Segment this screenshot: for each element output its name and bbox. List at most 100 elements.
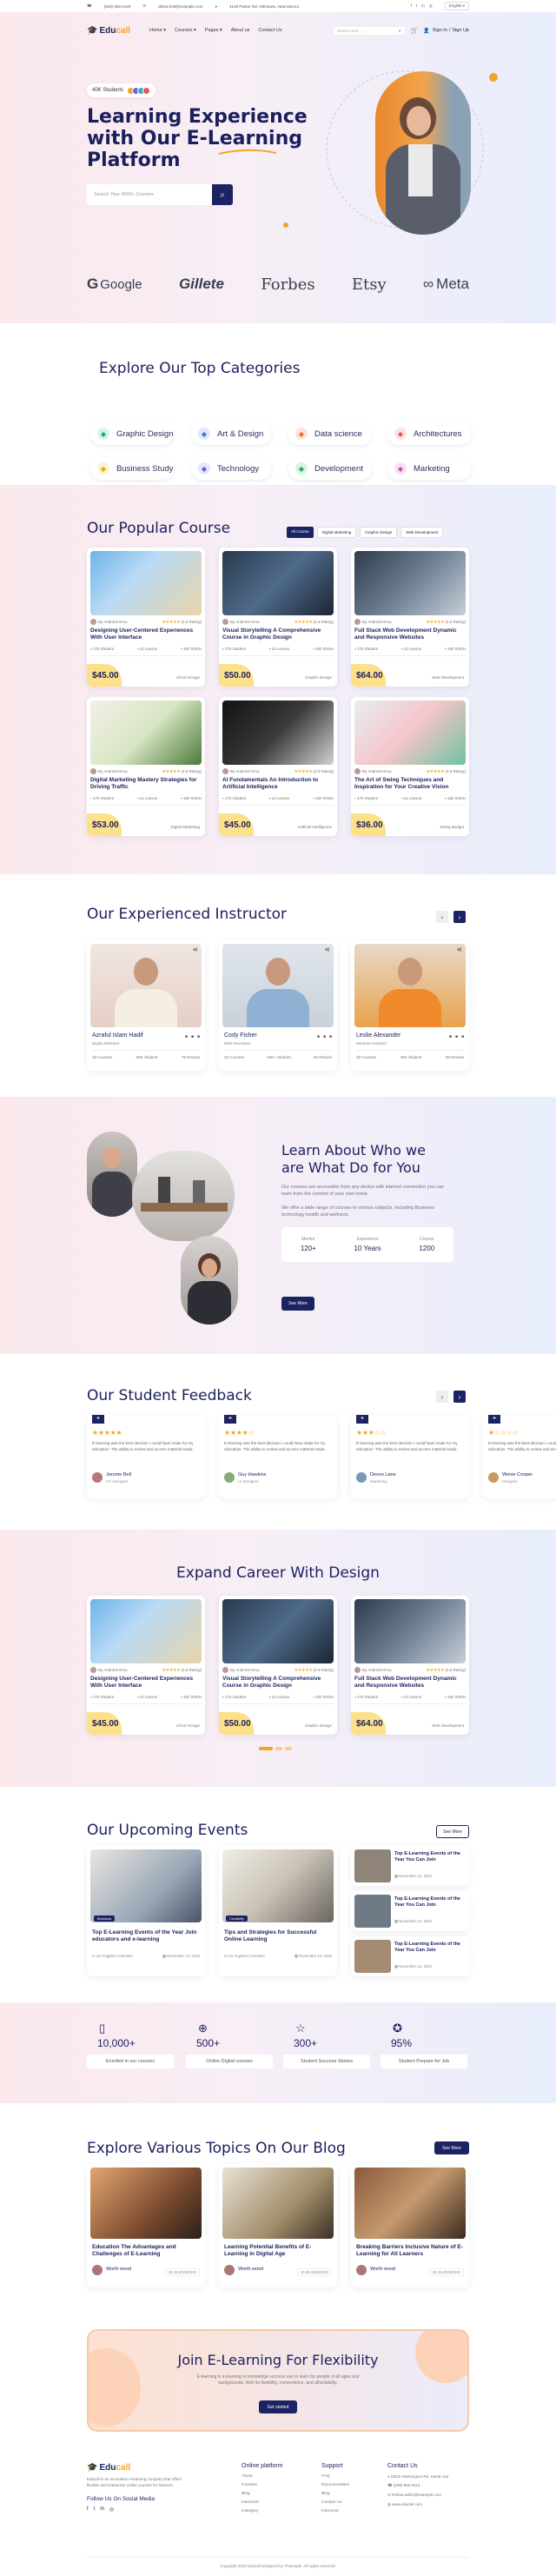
instagram-icon[interactable]: ◎ bbox=[109, 2506, 114, 2513]
course-card[interactable]: By Androtei Ema ★★★★★ (4.5 Rating) Visual S… bbox=[219, 1596, 337, 1735]
course-card[interactable]: By Androtei Ema ★★★★★ (4.5 Rating) Digital … bbox=[87, 697, 205, 836]
blog-card[interactable]: Breaking Barriers Inclusive Nature of E-… bbox=[351, 2164, 469, 2287]
course-title[interactable]: Visual Storytelling A Comprehensive Cour… bbox=[222, 627, 332, 641]
course-category[interactable]: Digital Marketing bbox=[170, 825, 200, 829]
linkedin-icon[interactable]: in bbox=[100, 2506, 104, 2513]
footer-logo[interactable]: 🎓 Edu call bbox=[87, 2463, 130, 2473]
facebook-icon[interactable]: ■ bbox=[185, 1034, 188, 1039]
footer-link[interactable]: About bbox=[242, 2474, 282, 2479]
event-list-title[interactable]: Top E-Learning Events of the Year You Ca… bbox=[394, 1851, 466, 1863]
twitter-icon[interactable]: t bbox=[94, 2506, 96, 2513]
footer-link[interactable]: Blog bbox=[242, 2492, 282, 2496]
signup-link[interactable]: Sign Up bbox=[452, 28, 469, 33]
tab-graphic-design[interactable]: Graphic Design bbox=[360, 527, 398, 538]
category-business-study[interactable]: ◆ Business Study bbox=[90, 457, 174, 480]
event-list-item[interactable]: Top E-Learning Events of the Year You Ca… bbox=[351, 1936, 469, 1976]
dot[interactable] bbox=[285, 1747, 292, 1750]
dot-active[interactable] bbox=[259, 1747, 273, 1750]
logo[interactable]: 🎓 Edu call bbox=[87, 26, 130, 36]
topbar-phone[interactable]: (629) 555-0129 bbox=[104, 4, 131, 9]
tab-digital-marketing[interactable]: Digital Marketing bbox=[316, 527, 357, 538]
course-title[interactable]: Digital Marketing Mastery Strategies for… bbox=[90, 777, 200, 791]
course-category[interactable]: UI/UX Design bbox=[176, 1723, 200, 1728]
course-title[interactable]: Designing User-Centered Experiences With… bbox=[90, 627, 200, 641]
course-card[interactable]: By Androtei Ema ★★★★★ (4.5 Rating) Visual S… bbox=[219, 548, 337, 687]
event-list-item[interactable]: Top E-Learning Events of the Year You Ca… bbox=[351, 1891, 469, 1931]
nav-search[interactable]: Search Here ... ⌕ bbox=[332, 25, 406, 36]
instructor-card[interactable]: ⋖ Leslie Alexander Medical Assistant ■ ■ ■ 30 … bbox=[351, 940, 469, 1071]
nav-contact[interactable]: Contact Us bbox=[258, 28, 281, 33]
topbar-email[interactable]: debra.holt@example.com bbox=[158, 4, 202, 9]
course-category[interactable]: Swing Budget bbox=[440, 825, 464, 829]
facebook-icon[interactable]: ■ bbox=[317, 1034, 320, 1039]
footer-link[interactable]: Category bbox=[242, 2509, 282, 2513]
hero-search-input[interactable]: Search Your 4000+ Courses bbox=[87, 184, 212, 205]
event-title[interactable]: Tips and Strategies for Successful Onlin… bbox=[224, 1929, 332, 1943]
nav-about[interactable]: About us bbox=[231, 28, 250, 33]
course-category[interactable]: Graphic Design bbox=[305, 1723, 332, 1728]
facebook-icon[interactable]: f bbox=[87, 2506, 89, 2513]
category-technology[interactable]: ◆ Technology bbox=[191, 457, 271, 480]
course-title[interactable]: The Art of Swing Techniques and Inspirat… bbox=[354, 777, 464, 791]
category-architectures[interactable]: ◆ Architectures bbox=[387, 422, 471, 445]
instructor-next-button[interactable]: › bbox=[453, 911, 466, 923]
course-category[interactable]: Web Development bbox=[432, 675, 464, 680]
blog-title[interactable]: Breaking Barriers Inclusive Nature of E-… bbox=[356, 2244, 464, 2258]
feedback-prev-button[interactable]: ‹ bbox=[436, 1391, 448, 1403]
course-category[interactable]: Artificial Intelligence bbox=[297, 825, 332, 829]
tab-web-development[interactable]: Web Development bbox=[400, 527, 444, 538]
feedback-next-button[interactable]: › bbox=[453, 1391, 466, 1403]
nav-courses[interactable]: Courses ▾ bbox=[175, 28, 196, 33]
course-title[interactable]: Designing User-Centered Experiences With… bbox=[90, 1676, 200, 1690]
twitter-icon[interactable]: ■ bbox=[323, 1034, 326, 1039]
blog-title[interactable]: Learning Potential Benefits of E-Learnin… bbox=[224, 2244, 332, 2258]
blog-see-more-button[interactable]: See More bbox=[434, 2141, 469, 2154]
tab-all-course[interactable]: All Course bbox=[287, 527, 314, 538]
instructor-name[interactable]: Cody Fisher bbox=[224, 1032, 257, 1039]
hero-search-button[interactable]: ⌕ bbox=[212, 184, 233, 205]
linkedin-icon[interactable]: ■ bbox=[197, 1034, 200, 1039]
event-list-item[interactable]: Top E-Learning Events of the Year You Ca… bbox=[351, 1846, 469, 1886]
blog-card[interactable]: Education The Advantages and Challenges … bbox=[87, 2164, 205, 2287]
footer-link[interactable]: FAQ bbox=[321, 2474, 349, 2479]
blog-card[interactable]: Learning Potential Benefits of E-Learnin… bbox=[219, 2164, 337, 2287]
course-card[interactable]: By Androtei Ema ★★★★★ (4.5 Rating) The Art … bbox=[351, 697, 469, 836]
events-see-more-button[interactable]: See More bbox=[436, 1825, 469, 1838]
cart-icon[interactable]: 🛒 bbox=[411, 27, 419, 34]
course-title[interactable]: Visual Storytelling A Comprehensive Cour… bbox=[222, 1676, 332, 1690]
linkedin-icon[interactable]: in bbox=[421, 3, 425, 9]
category-marketing[interactable]: ◆ Marketing bbox=[387, 457, 471, 480]
course-category[interactable]: UI/UX Design bbox=[176, 675, 200, 680]
course-card[interactable]: By Androtei Ema ★★★★★ (4.5 Rating) Full Sta… bbox=[351, 1596, 469, 1735]
contact-email[interactable]: Rehan.wellis@example.com bbox=[392, 2493, 441, 2497]
share-icon[interactable]: ⋖ bbox=[192, 946, 198, 953]
share-icon[interactable]: ⋖ bbox=[324, 946, 330, 953]
event-title[interactable]: Top E-Learning Events of the Year Join e… bbox=[92, 1929, 200, 1943]
course-card[interactable]: By Androtei Ema ★★★★★ (4.5 Rating) Full Sta… bbox=[351, 548, 469, 687]
twitter-icon[interactable]: t bbox=[416, 3, 417, 9]
twitter-icon[interactable]: ■ bbox=[191, 1034, 194, 1039]
category-graphic-design[interactable]: ◆ Graphic Design bbox=[90, 422, 174, 445]
footer-link[interactable]: Blog bbox=[321, 2492, 349, 2496]
course-category[interactable]: Graphic Design bbox=[305, 675, 332, 680]
facebook-icon[interactable]: ■ bbox=[449, 1034, 452, 1039]
course-title[interactable]: AI Fundamentals An Introduction to Artif… bbox=[222, 777, 332, 791]
nav-home[interactable]: Home ▾ bbox=[149, 28, 166, 33]
linkedin-icon[interactable]: ■ bbox=[461, 1034, 464, 1039]
signin-link[interactable]: Sign In bbox=[433, 28, 447, 33]
dot[interactable] bbox=[275, 1747, 282, 1750]
instructor-card[interactable]: ⋖ Azraful Islam Hadif Digital Marketer ■ ■ ■ 2… bbox=[87, 940, 205, 1071]
course-card[interactable]: By Androtei Ema ★★★★★ (4.5 Rating) Designin… bbox=[87, 548, 205, 687]
category-art-design[interactable]: ◆ Art & Design bbox=[191, 422, 271, 445]
instructor-name[interactable]: Leslie Alexander bbox=[356, 1032, 400, 1039]
about-see-more-button[interactable]: See More bbox=[281, 1297, 314, 1311]
share-icon[interactable]: ⋖ bbox=[456, 946, 462, 953]
instructor-card[interactable]: ⋖ Cody Fisher Web Developer ■ ■ ■ 32 Courses 84… bbox=[219, 940, 337, 1071]
event-list-title[interactable]: Top E-Learning Events of the Year You Ca… bbox=[394, 1896, 466, 1909]
footer-link[interactable]: Contact Us bbox=[321, 2500, 349, 2505]
contact-phone[interactable]: (208) 555-0112 bbox=[394, 2483, 420, 2487]
course-title[interactable]: Full Stack Web Development Dynamic and R… bbox=[354, 1676, 464, 1690]
instructor-name[interactable]: Azraful Islam Hadif bbox=[92, 1032, 143, 1039]
category-development[interactable]: ◆ Development bbox=[288, 457, 372, 480]
event-list-title[interactable]: Top E-Learning Events of the Year You Ca… bbox=[394, 1942, 466, 1954]
